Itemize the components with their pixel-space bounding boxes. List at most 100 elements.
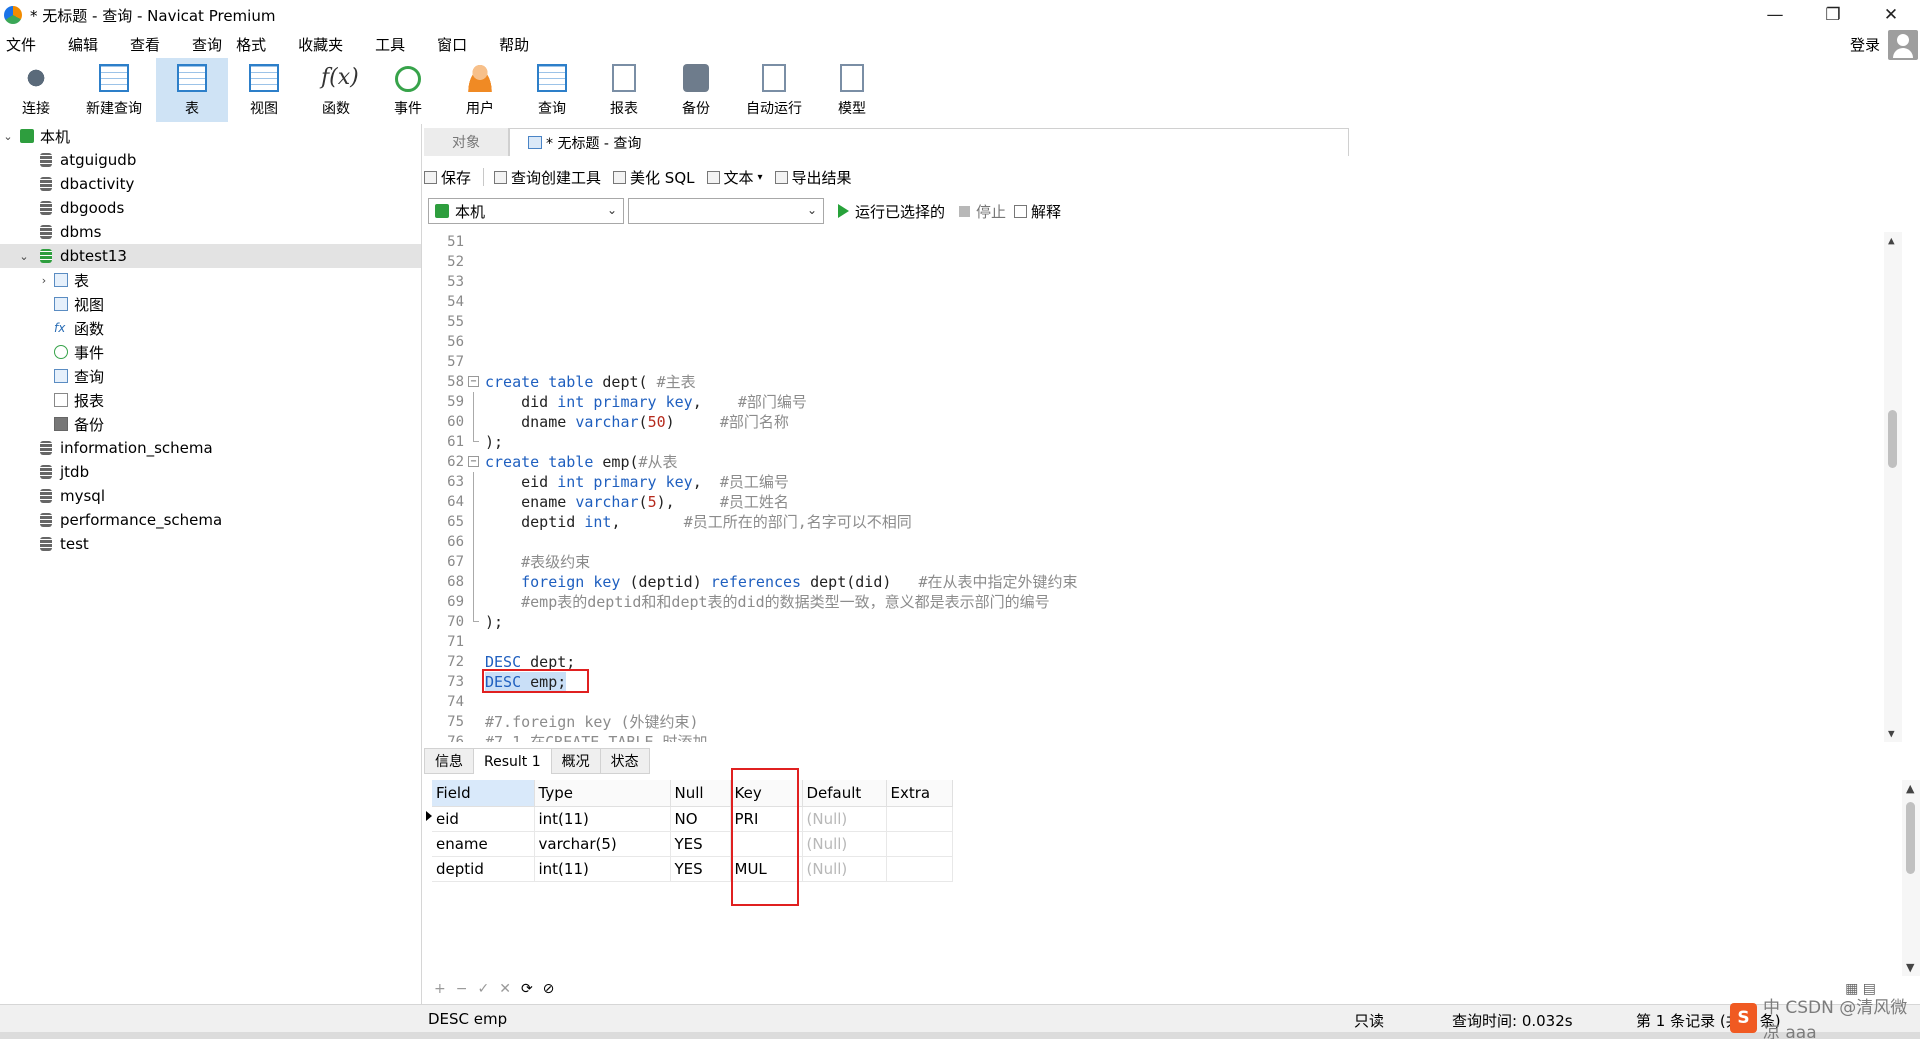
table-row[interactable]: deptid int(11) YES MUL (Null)	[432, 856, 953, 882]
minimize-button[interactable]: —	[1746, 0, 1804, 30]
tree-item-backups[interactable]: 备份	[0, 412, 421, 436]
result-scrollbar[interactable]: ▲ ▼	[1902, 780, 1920, 976]
menu-edit[interactable]: 编辑	[68, 34, 98, 55]
tree-db-jtdb[interactable]: jtdb	[0, 460, 421, 484]
tree-db-atguigudb[interactable]: atguigudb	[0, 148, 421, 172]
tree-item-tables[interactable]: › 表	[0, 268, 421, 292]
cell[interactable]: varchar(5)	[534, 831, 671, 857]
cell[interactable]: int(11)	[534, 806, 671, 832]
close-button[interactable]: ✕	[1862, 0, 1920, 30]
tree-item-reports[interactable]: 报表	[0, 388, 421, 412]
menu-favorites[interactable]: 收藏夹	[298, 34, 343, 55]
tab-profile[interactable]: 概况	[550, 748, 601, 774]
menu-view[interactable]: 查看	[130, 34, 160, 55]
menu-file[interactable]: 文件	[6, 34, 36, 55]
event-button[interactable]: 事件	[372, 58, 444, 122]
fold-toggle-icon[interactable]: −	[468, 376, 479, 387]
chevron-down-icon[interactable]: ⌄	[18, 250, 30, 263]
tree-item-events[interactable]: 事件	[0, 340, 421, 364]
cell[interactable]	[886, 831, 953, 857]
tree-db-dbms[interactable]: dbms	[0, 220, 421, 244]
menu-window[interactable]: 窗口	[437, 34, 467, 55]
menu-tools[interactable]: 工具	[375, 34, 405, 55]
refresh-icon[interactable]: ⟳	[521, 981, 533, 997]
auto-run-button[interactable]: 自动运行	[732, 58, 816, 122]
col-default[interactable]: Default	[802, 780, 887, 807]
scrollbar-thumb[interactable]	[1888, 410, 1897, 468]
cell[interactable]: deptid	[432, 856, 535, 882]
scroll-up-icon[interactable]: ▲	[1906, 782, 1914, 795]
tab-status[interactable]: 状态	[599, 748, 650, 774]
user-button[interactable]: 用户	[444, 58, 516, 122]
export-results-button[interactable]: 导出结果	[774, 167, 852, 188]
delete-record-icon[interactable]: −	[456, 981, 468, 997]
tree-item-functions[interactable]: fx 函数	[0, 316, 421, 340]
col-null[interactable]: Null	[670, 780, 731, 807]
cell[interactable]: eid	[432, 806, 535, 832]
cell[interactable]: NO	[670, 806, 731, 832]
model-button[interactable]: 模型	[816, 58, 888, 122]
cell[interactable]	[886, 806, 953, 832]
connection-select[interactable]: 本机 ⌄	[428, 198, 624, 224]
sql-editor[interactable]: 51 52 53 54 55 56 57 58− create table dep…	[424, 232, 1902, 742]
tab-info[interactable]: 信息	[424, 748, 474, 774]
scroll-up-icon[interactable]: ▲	[1888, 234, 1895, 247]
add-record-icon[interactable]: +	[434, 981, 446, 997]
tab-result-1[interactable]: Result 1	[473, 748, 552, 774]
login-link[interactable]: 登录	[1850, 34, 1880, 55]
new-query-button[interactable]: 新建查询	[72, 58, 156, 122]
table-row[interactable]: ename varchar(5) YES (Null)	[432, 831, 953, 857]
tab-objects[interactable]: 对象	[424, 128, 509, 156]
tree-db-performance-schema[interactable]: performance_schema	[0, 508, 421, 532]
tree-db-dbactivity[interactable]: dbactivity	[0, 172, 421, 196]
tree-db-information-schema[interactable]: information_schema	[0, 436, 421, 460]
database-select[interactable]: ⌄	[628, 198, 824, 224]
scroll-down-icon[interactable]: ▼	[1888, 727, 1895, 740]
query-button[interactable]: 查询	[516, 58, 588, 122]
tree-db-dbtest13[interactable]: ⌄ dbtest13	[0, 244, 421, 268]
tab-query[interactable]: * 无标题 - 查询	[509, 128, 1349, 156]
cell[interactable]: YES	[670, 831, 731, 857]
backup-button[interactable]: 备份	[660, 58, 732, 122]
tree-db-dbgoods[interactable]: dbgoods	[0, 196, 421, 220]
cell[interactable]	[886, 856, 953, 882]
scrollbar-thumb[interactable]	[1906, 802, 1915, 874]
table-button[interactable]: 表	[156, 58, 228, 122]
chevron-right-icon[interactable]: ›	[38, 274, 50, 287]
cell[interactable]: int(11)	[534, 856, 671, 882]
cell[interactable]: (Null)	[802, 831, 887, 857]
stop-icon[interactable]: ⊘	[543, 981, 555, 997]
scroll-down-icon[interactable]: ▼	[1906, 961, 1914, 974]
tree-db-test[interactable]: test	[0, 532, 421, 556]
cell[interactable]: (Null)	[802, 856, 887, 882]
avatar[interactable]	[1888, 30, 1918, 60]
stop-button[interactable]: 停止	[959, 201, 1006, 222]
col-field[interactable]: Field	[432, 780, 535, 807]
tree-db-mysql[interactable]: mysql	[0, 484, 421, 508]
cell[interactable]: ename	[432, 831, 535, 857]
connect-button[interactable]: 连接	[0, 58, 72, 122]
beautify-sql-button[interactable]: 美化 SQL	[613, 167, 695, 188]
tree-item-views[interactable]: 视图	[0, 292, 421, 316]
apply-changes-icon[interactable]: ✓	[477, 981, 489, 997]
cell[interactable]: YES	[670, 856, 731, 882]
fold-toggle-icon[interactable]: −	[468, 456, 479, 467]
view-button[interactable]: 视图	[228, 58, 300, 122]
menu-query[interactable]: 查询	[192, 34, 222, 55]
tree-connection[interactable]: ⌄ 本机	[0, 124, 421, 148]
save-button[interactable]: 保存	[424, 167, 471, 188]
col-type[interactable]: Type	[534, 780, 671, 807]
editor-scrollbar[interactable]: ▲ ▼	[1884, 232, 1902, 742]
report-button[interactable]: 报表	[588, 58, 660, 122]
table-row[interactable]: eid int(11) NO PRI (Null)	[432, 806, 953, 832]
menu-help[interactable]: 帮助	[499, 34, 529, 55]
run-selected-button[interactable]: 运行已选择的	[838, 201, 945, 222]
text-dropdown[interactable]: 文本 ▾	[706, 167, 763, 188]
discard-changes-icon[interactable]: ✕	[499, 981, 511, 997]
explain-button[interactable]: 解释	[1014, 201, 1061, 222]
function-button[interactable]: f(x) 函数	[300, 58, 372, 122]
col-extra[interactable]: Extra	[886, 780, 953, 807]
query-builder-button[interactable]: 查询创建工具	[494, 167, 601, 188]
chevron-down-icon[interactable]: ⌄	[2, 130, 14, 143]
tree-item-queries[interactable]: 查询	[0, 364, 421, 388]
